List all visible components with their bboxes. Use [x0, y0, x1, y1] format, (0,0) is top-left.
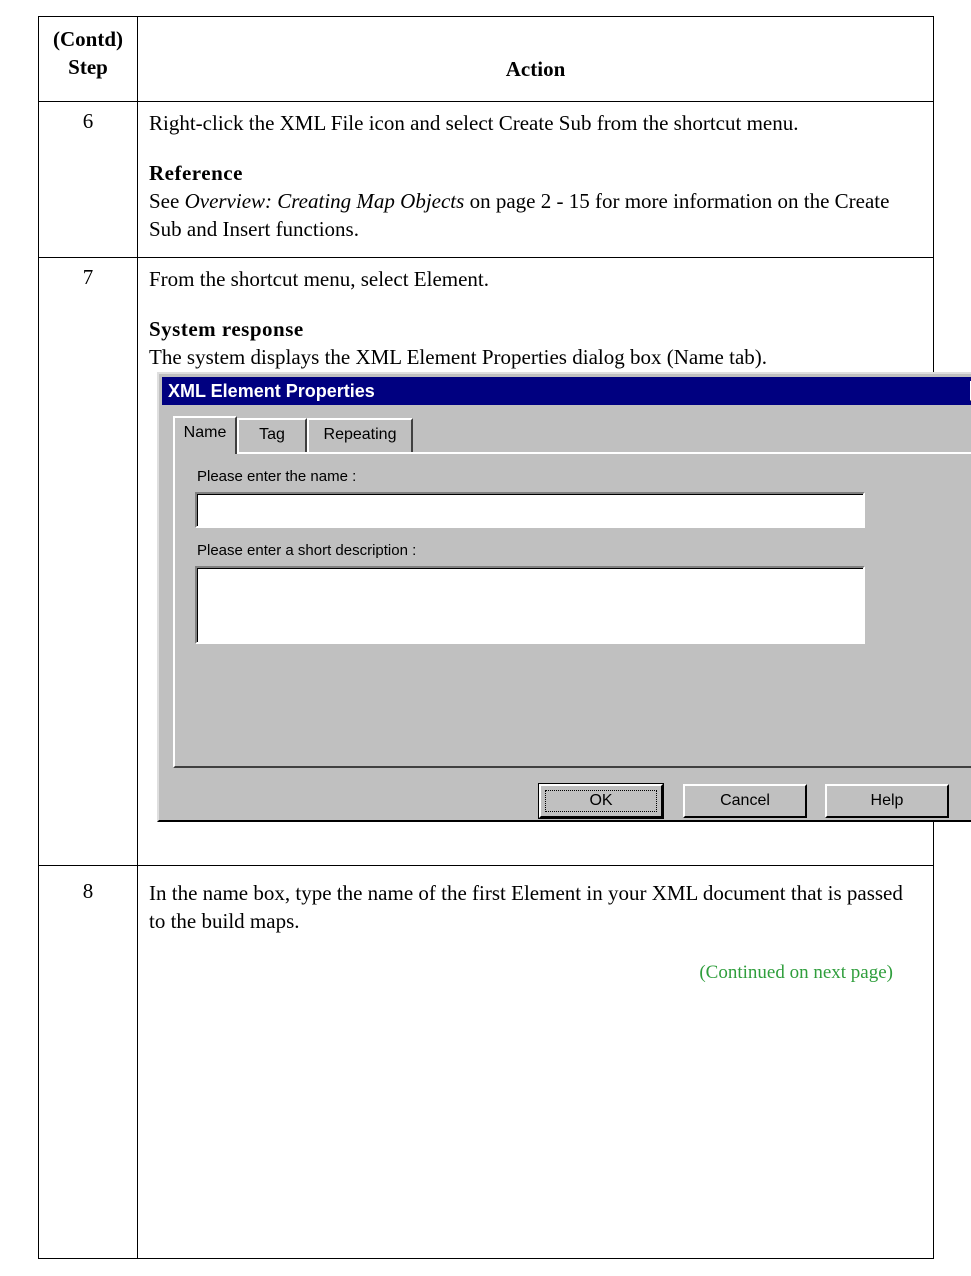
tab-tag[interactable]: Tag	[237, 418, 307, 452]
step-column-header: (Contd) Step	[39, 25, 137, 81]
reference-pre: See	[149, 189, 185, 213]
step-number: 7	[82, 265, 94, 289]
dialog-titlebar[interactable]: XML Element Properties ✕	[162, 377, 971, 405]
cancel-button[interactable]: Cancel	[683, 784, 807, 818]
name-label: Please enter the name :	[197, 468, 357, 485]
row-divider	[39, 865, 933, 866]
step-header-line2: Step	[68, 55, 108, 79]
name-input[interactable]	[195, 492, 865, 528]
description-input[interactable]	[195, 566, 865, 644]
step-text: Right-click the XML File icon and select…	[149, 111, 799, 135]
step-text: In the name box, type the name of the fi…	[149, 881, 903, 933]
dialog-title: XML Element Properties	[168, 381, 375, 401]
system-response-text: The system displays the XML Element Prop…	[149, 345, 768, 369]
step-header-line1: (Contd)	[52, 27, 123, 51]
xml-element-properties-dialog: XML Element Properties ✕ Name Tag Repeat…	[157, 372, 971, 822]
tab-name[interactable]: Name	[173, 416, 237, 454]
focus-rect	[545, 790, 657, 812]
step-text: From the shortcut menu, select Element.	[149, 267, 489, 291]
help-button[interactable]: Help	[825, 784, 949, 818]
column-divider	[137, 17, 138, 1258]
action-column-header: Action	[505, 57, 566, 81]
step-number: 8	[82, 879, 94, 903]
continued-note: (Continued on next page)	[699, 962, 893, 983]
name-tab-panel: Please enter the name : Please enter a s…	[173, 452, 971, 768]
reference-link[interactable]: Overview: Creating Map Objects	[185, 189, 465, 213]
step-action: In the name box, type the name of the fi…	[149, 879, 919, 935]
step-action: From the shortcut menu, select Element. …	[149, 265, 919, 371]
system-response-title: System response	[149, 317, 304, 341]
step-action: Right-click the XML File icon and select…	[149, 109, 919, 243]
step-number: 6	[82, 109, 94, 133]
header-divider	[39, 101, 933, 102]
row-divider	[39, 257, 933, 258]
ok-button[interactable]: OK	[538, 783, 664, 819]
reference-text: See Overview: Creating Map Objects on pa…	[149, 187, 919, 243]
tab-repeating[interactable]: Repeating	[307, 418, 413, 452]
description-label: Please enter a short description :	[197, 542, 417, 559]
reference-title: Reference	[149, 161, 243, 185]
